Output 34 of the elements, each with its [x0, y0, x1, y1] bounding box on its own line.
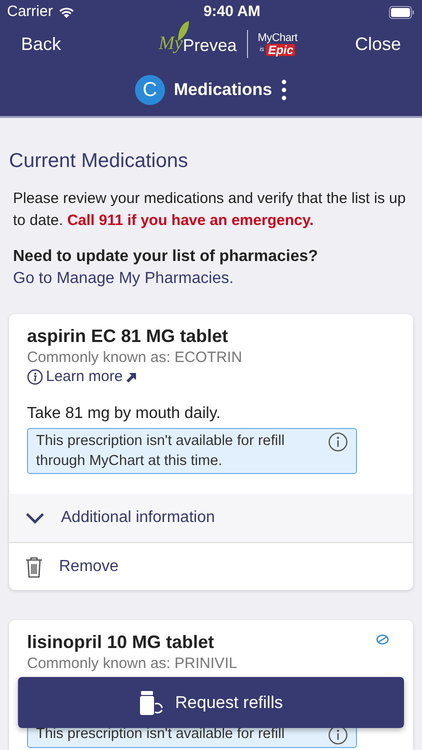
- learn-more-link[interactable]: Learn more: [27, 367, 137, 387]
- request-refills-button[interactable]: Request refills: [18, 677, 404, 728]
- clock-time: 9:40 AM: [203, 2, 260, 22]
- carrier-name: Carrier: [7, 2, 53, 22]
- additional-info-toggle[interactable]: Additional information: [9, 494, 413, 543]
- close-button[interactable]: Close: [354, 30, 401, 58]
- wifi-icon: [58, 6, 75, 18]
- logo-text: My: [158, 32, 183, 56]
- logo-text: MyChart: [258, 32, 298, 44]
- notice-text: This prescription isn't available for refill: [36, 725, 285, 744]
- info-icon: [27, 369, 43, 385]
- pill-bottle-icon: [139, 690, 164, 716]
- logo-text: Epic: [266, 44, 296, 56]
- avatar: C: [134, 75, 165, 105]
- chevron-icon: [25, 512, 45, 524]
- brand-name: Commonly known as: PRINIVIL: [27, 654, 238, 673]
- medication-name: aspirin EC 81 MG tablet: [27, 325, 228, 348]
- page-heading: Medications: [174, 79, 272, 102]
- brand-name: Commonly known as: ECOTRIN: [27, 348, 244, 367]
- info-icon: [328, 432, 348, 452]
- battery-icon: [389, 6, 415, 18]
- back-button[interactable]: Back: [21, 30, 62, 58]
- intro-text: Please review your medications and verify that the list is up to date. Call 911 if you have an emergency.: [12, 189, 407, 231]
- trash-icon: [25, 556, 43, 578]
- pharmacy-prompt: Need to update your list of pharmacies?: [13, 248, 318, 265]
- more-options-icon: [281, 79, 288, 101]
- medication-name: lisinopril 10 MG tablet: [27, 631, 214, 654]
- section-title: Current Medications: [9, 149, 189, 174]
- notice-text: This prescription isn't available for refill through MyChart at this time.: [36, 432, 286, 471]
- remove-button[interactable]: Remove: [9, 543, 413, 590]
- external-link-icon: [126, 372, 137, 382]
- pharmacy-link[interactable]: Go to Manage My Pharmacies.: [13, 270, 234, 287]
- dosage-instructions: Take 81 mg by mouth daily.: [27, 404, 222, 424]
- logo-text: Prevea: [182, 34, 237, 57]
